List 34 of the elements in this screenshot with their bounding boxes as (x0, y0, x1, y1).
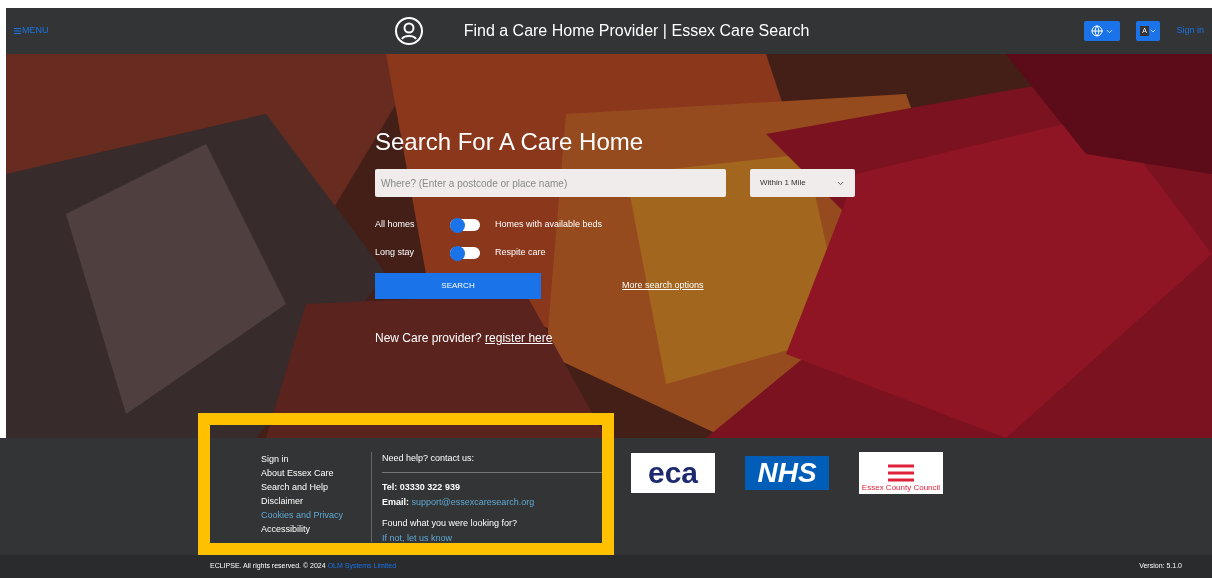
eca-logo: eca (631, 453, 715, 493)
help-heading: Need help? contact us: (382, 452, 602, 473)
toggle-switch[interactable] (450, 219, 480, 231)
toggle-label: Homes with available beds (495, 218, 603, 232)
menu-icon (14, 28, 21, 34)
footer-link[interactable]: Cookies and Privacy (261, 508, 371, 522)
email-link[interactable]: support@essexcaresearch.org (411, 497, 535, 507)
toggle-label: Respite care (495, 246, 546, 260)
footer-link[interactable]: About Essex Care (261, 466, 371, 480)
footer-link[interactable]: Sign in (261, 452, 371, 466)
nhs-logo: NHS (745, 456, 829, 490)
toggle-switch[interactable] (450, 247, 480, 259)
search-button[interactable]: SEARCH (375, 273, 541, 299)
search-heading: Search For A Care Home (375, 130, 645, 154)
email-line: Email: support@essexcaresearch.org (382, 496, 536, 509)
feedback-link[interactable]: If not, let us know (382, 532, 602, 546)
register-link[interactable]: register here (485, 331, 553, 345)
footer-link[interactable]: Search and Help (261, 480, 371, 494)
location-field[interactable]: Where? (Enter a postcode or place name) (375, 169, 726, 197)
more-options-link[interactable]: More search options (622, 279, 704, 293)
feedback-question: Found what you were looking for? (382, 516, 519, 530)
toggle-label: Long stay (375, 246, 416, 260)
footer-link[interactable]: Disclaimer (261, 494, 371, 508)
phone-number: Tel: 03330 322 939 (382, 480, 461, 494)
globe-icon (1090, 25, 1103, 37)
footer-link[interactable]: Accessibility (261, 522, 371, 536)
caret-icon (1148, 27, 1157, 35)
toggle-label: All homes (375, 218, 416, 232)
council-logo: Essex County Council (859, 452, 943, 494)
language-button[interactable] (1084, 21, 1121, 41)
user-icon (393, 16, 424, 46)
distance-select[interactable]: Within 1 Mile (750, 169, 855, 197)
page-title: Find a Care Home Provider | Essex Care Search (463, 21, 810, 41)
provider-prompt: New Care provider? register here (375, 330, 554, 347)
